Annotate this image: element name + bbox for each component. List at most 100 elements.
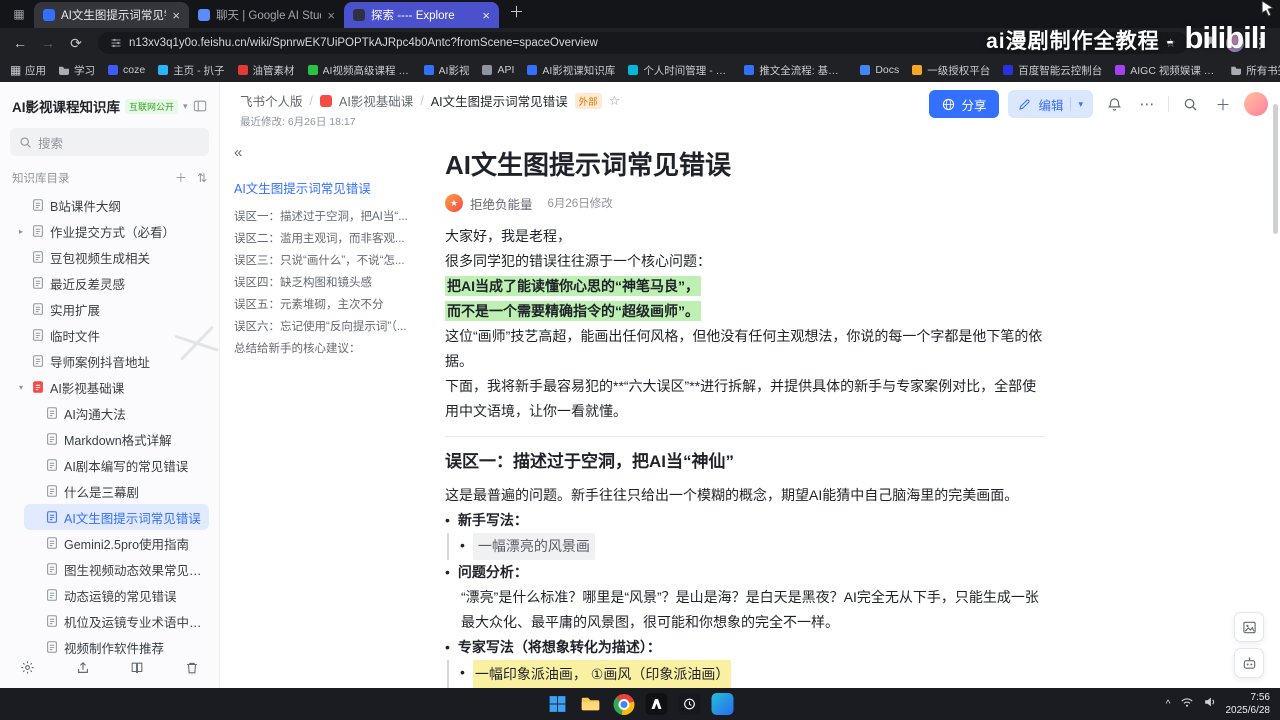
notifications-bell-icon[interactable]	[1102, 97, 1126, 112]
bookmark-item[interactable]: 个人时间管理 - 飞...	[628, 63, 731, 78]
breadcrumb-space[interactable]: AI影视基础课	[339, 91, 413, 110]
file-explorer-icon[interactable]	[578, 691, 604, 717]
bookmark-item[interactable]: 学习	[59, 63, 95, 78]
browser-menu-icon[interactable]: ⋮	[1248, 35, 1272, 52]
tab-close-icon[interactable]: ×	[482, 8, 490, 23]
bookmark-item[interactable]: AIGC 视频娱课 第...	[1115, 63, 1218, 78]
bookmark-item[interactable]: Docs	[860, 64, 899, 76]
chevron-down-icon[interactable]: ▾	[183, 101, 188, 112]
wiki-tree-item[interactable]: 实用扩展	[10, 296, 209, 322]
outline-item[interactable]: 误区五：元素堆砌，主次不分	[234, 294, 412, 316]
breadcrumb-current[interactable]: AI文生图提示词常见错误	[431, 91, 568, 110]
export-icon[interactable]	[76, 661, 90, 680]
more-options-icon[interactable]: ⋯	[1135, 95, 1159, 113]
wiki-tree-item[interactable]: 什么是三幕剧	[24, 478, 209, 504]
settings-gear-icon[interactable]	[20, 660, 35, 680]
wiki-tree-item[interactable]: B站课件大纲	[10, 192, 209, 218]
assistant-widget-button[interactable]	[1234, 648, 1264, 678]
wiki-tree-item[interactable]: 豆包视频生成相关	[10, 244, 209, 270]
create-new-icon[interactable]: ＋	[1211, 94, 1235, 115]
add-page-icon[interactable]: ＋	[175, 169, 187, 186]
edit-caret-icon[interactable]: ▾	[1078, 99, 1083, 110]
bookmark-item[interactable]: API	[482, 64, 514, 76]
bookmark-item[interactable]: 主页 - 扒子	[158, 63, 225, 78]
bookmark-item[interactable]: 应用	[10, 63, 46, 78]
wiki-tree-item[interactable]: Markdown格式详解	[24, 426, 209, 452]
refresh-button[interactable]: ⟳	[64, 35, 88, 52]
scrollbar[interactable]	[1273, 104, 1278, 234]
library-book-icon[interactable]	[130, 661, 144, 680]
expand-arrow-icon[interactable]	[16, 383, 26, 392]
wiki-tree-item[interactable]: 动态运镜的常见错误	[24, 582, 209, 608]
bookmark-item[interactable]: 推文全流程: 基础...	[744, 63, 847, 78]
collapse-sidebar-icon[interactable]	[193, 99, 207, 113]
browser-tab[interactable]: 探索 ---- Explore ×	[344, 2, 499, 28]
dark-app-icon[interactable]	[644, 691, 670, 717]
browser-tab[interactable]: AI文生图提示词常见错误 - 飞.. ×	[34, 2, 189, 28]
browser-tab[interactable]: 聊天 | Google AI Studio ---- C.. ×	[189, 2, 344, 28]
wifi-icon[interactable]	[1180, 695, 1194, 714]
wiki-tree-item[interactable]: AI沟通大法	[24, 400, 209, 426]
wiki-tree-item[interactable]: AI影视基础课	[10, 374, 209, 400]
bookmark-item[interactable]: 油管素材	[237, 63, 295, 78]
extensions-icon[interactable]	[1198, 35, 1222, 51]
browser-profile-avatar[interactable]	[1226, 34, 1244, 52]
bookmark-item[interactable]: 所有书签	[1231, 63, 1280, 78]
wiki-tree-item[interactable]: AI剧本编写的常见错误	[24, 452, 209, 478]
outline-item[interactable]: 误区一：描述过于空洞，把AI当“...	[234, 206, 412, 228]
wiki-tree-item[interactable]: 作业提交方式（必看）	[10, 218, 209, 244]
forward-button[interactable]: →	[36, 35, 60, 51]
start-button[interactable]	[545, 691, 571, 717]
bookmark-item[interactable]: 一级授权平台	[912, 63, 990, 78]
wiki-tree-item[interactable]: Gemini2.5pro使用指南	[24, 530, 209, 556]
bookmark-item[interactable]: AI影视	[423, 63, 469, 78]
outline-item[interactable]: 误区三：只说“画什么”，不说“怎...	[234, 250, 412, 272]
tray-expand-icon[interactable]: ^	[1166, 699, 1171, 710]
new-tab-button[interactable]: ＋	[509, 1, 524, 22]
sidebar-search-input[interactable]: 搜索	[10, 128, 209, 156]
outline-item[interactable]: 误区六：忘记使用“反向提示词”（...	[234, 316, 412, 338]
bullet-dot	[445, 560, 450, 585]
outline-collapse-icon[interactable]: «	[234, 144, 242, 161]
outline-item[interactable]: 总结给新手的核心建议：	[234, 338, 412, 360]
document[interactable]: AI文生图提示词常见错误 ★ 拒绝负能量 6月26日修改 大家好，我是老程， 很…	[445, 130, 1045, 688]
template-widget-button[interactable]	[1234, 612, 1264, 642]
wiki-tree-item[interactable]: AI文生图提示词常见错误	[24, 504, 209, 530]
edit-button[interactable]: 编辑 ▾	[1008, 90, 1093, 118]
volume-icon[interactable]	[1203, 695, 1217, 714]
outline-item[interactable]: 误区二：滥用主观词，而非客观...	[234, 228, 412, 250]
doc-search-icon[interactable]	[1178, 97, 1202, 112]
wiki-tree-item[interactable]: 图生视频动态效果常见错误	[24, 556, 209, 582]
bookmark-item[interactable]: coze	[108, 64, 145, 76]
tab-search-icon[interactable]: ▦	[10, 5, 28, 23]
author-avatar[interactable]: ★	[445, 194, 463, 212]
bookmark-item[interactable]: AI视频高级课程 -...	[307, 63, 411, 78]
tab-close-icon[interactable]: ×	[172, 8, 180, 23]
share-button[interactable]: 分享	[929, 90, 1000, 118]
back-button[interactable]: ←	[8, 35, 32, 51]
media-app-icon[interactable]	[710, 691, 736, 717]
trash-icon[interactable]	[185, 661, 199, 680]
sort-icon[interactable]: ⇅	[197, 171, 207, 185]
address-bar[interactable]: n13xv3q1y0o.feishu.cn/wiki/SpnrwEK7UiPOP…	[98, 32, 1188, 54]
wiki-tree-item[interactable]: 导师案例抖音地址	[10, 348, 209, 374]
expand-arrow-icon[interactable]	[16, 227, 26, 236]
favorite-star-icon[interactable]: ☆	[609, 93, 621, 109]
tab-close-icon[interactable]: ×	[327, 8, 335, 23]
workspace-row[interactable]: AI影视课程知识库 互联网公开 ▾	[10, 92, 209, 120]
user-avatar[interactable]	[1244, 92, 1268, 116]
site-info-icon[interactable]	[110, 37, 122, 49]
breadcrumb-root[interactable]: 飞书个人版	[240, 91, 303, 110]
clock-app-icon[interactable]	[677, 691, 703, 717]
chrome-icon[interactable]	[611, 691, 637, 717]
bookmark-star-icon[interactable]: ☆	[1165, 36, 1176, 50]
wiki-tree-item[interactable]: 最近反差灵感	[10, 270, 209, 296]
bookmark-item[interactable]: 百度智能云控制台	[1003, 63, 1102, 78]
outline-item[interactable]: 误区四：缺乏构图和镜头感	[234, 272, 412, 294]
author-name[interactable]: 拒绝负能量	[470, 194, 533, 213]
wiki-tree-item[interactable]: 临时文件	[10, 322, 209, 348]
wiki-tree-item[interactable]: 机位及运镜专业术语中英文对...	[24, 608, 209, 634]
outline-active-item[interactable]: AI文生图提示词常见错误	[234, 178, 409, 197]
bookmark-item[interactable]: AI影视课知识库	[527, 63, 615, 78]
taskbar-clock[interactable]: 7:56 2025/6/28	[1226, 691, 1271, 717]
